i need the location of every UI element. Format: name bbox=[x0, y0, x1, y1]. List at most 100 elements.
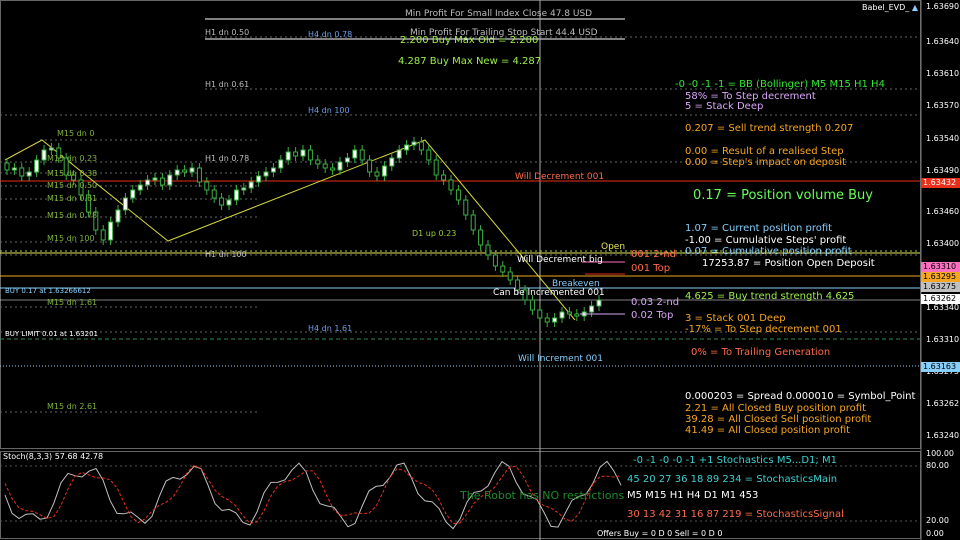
stoch-axis-100: 100.00 bbox=[926, 449, 954, 458]
candle-bull bbox=[300, 149, 306, 157]
h1-dn-050: H1 dn 0.50 bbox=[205, 28, 250, 37]
price-axis-label: 1.63570 bbox=[926, 101, 960, 110]
candle-bear bbox=[330, 167, 336, 171]
candle-bear bbox=[19, 167, 25, 177]
candle-bull bbox=[241, 187, 247, 191]
open-label: Open bbox=[601, 242, 626, 252]
candle-bull bbox=[552, 317, 558, 323]
trailing-label: 0% = To Trailing Generation bbox=[691, 347, 831, 358]
price-tag: 1.63262 bbox=[921, 294, 960, 304]
m15-dn-038: M15 dn 0.38 bbox=[47, 169, 98, 178]
candle-bull bbox=[174, 169, 180, 176]
cum-position-label: 0.07 = Cumulative position profit bbox=[685, 246, 852, 257]
candle-bear bbox=[219, 197, 225, 206]
stack-001-label: 3 = Stack 001 Deep bbox=[685, 313, 786, 324]
candle-bull bbox=[48, 147, 54, 151]
candle-bull bbox=[26, 171, 32, 177]
candle-bull bbox=[233, 189, 239, 201]
bb-line: -0 -0 -1 -1 = BB (Bollinger) M5 M15 H1 H… bbox=[675, 79, 885, 90]
m15-dn-050: M15 dn 0.50 bbox=[47, 181, 98, 190]
candle-bear bbox=[566, 311, 572, 315]
buy-line-label: BUY 0.17 at 1.63266612 bbox=[5, 287, 91, 295]
candle-bear bbox=[529, 299, 535, 311]
h4-dn-078: H4 dn 0.78 bbox=[308, 30, 353, 39]
price-axis-label: 1.63262 bbox=[926, 399, 960, 408]
open-deposit-label: 17253.87 = Position Open Deposit bbox=[702, 258, 875, 269]
candle-bull bbox=[115, 209, 121, 223]
buy-trend-label: 4.625 = Buy trend strength 4.625 bbox=[685, 291, 855, 302]
candle-bear bbox=[463, 199, 469, 216]
stoch-axis-20: 20.00 bbox=[926, 516, 949, 525]
stoch-title: Stoch(8,3,3) 57.68 42.78 bbox=[3, 452, 104, 461]
m15-dn-0: M15 dn 0 bbox=[57, 129, 95, 138]
stoch-axis-0: 0.00 bbox=[926, 529, 944, 538]
candle-bear bbox=[4, 162, 10, 171]
candle-bull bbox=[404, 144, 410, 151]
will-increment-label: Will Increment 001 bbox=[518, 354, 603, 364]
candle-bull bbox=[596, 299, 602, 307]
no-restrictions-label: The Robot has NO restrictions bbox=[460, 489, 625, 502]
m15-dn-261: M15 dn 2.61 bbox=[47, 402, 98, 411]
price-axis-label: 1.63310 bbox=[926, 335, 960, 344]
stack-deep-label: 5 = Stack Deep bbox=[685, 101, 764, 112]
top-002-label: 0.02 Top bbox=[631, 310, 674, 321]
candle-bear bbox=[182, 169, 188, 173]
price-tag: 1.63275 bbox=[921, 282, 960, 292]
closed-buy-label: 2.21 = All Closed Buy position profit bbox=[685, 403, 867, 414]
can-be-incremented-label: Can be Incremented 001 bbox=[493, 288, 605, 298]
candle-bear bbox=[478, 229, 484, 246]
candle-bull bbox=[411, 141, 417, 146]
candle-bull bbox=[108, 221, 114, 241]
price-tag: 1.63163 bbox=[921, 362, 960, 372]
candle-bear bbox=[470, 214, 476, 231]
closed-all-label: 41.49 = All Closed position profit bbox=[685, 425, 851, 436]
candle-bull bbox=[122, 197, 128, 211]
cum-steps-label: -1.00 = Cumulative Steps' profit bbox=[685, 235, 847, 246]
m15-dn-161: M15 dn 1.61 bbox=[47, 298, 98, 307]
h1-dn-078: H1 dn 0.78 bbox=[205, 154, 250, 163]
candle-bull bbox=[352, 149, 358, 159]
candle-bear bbox=[448, 179, 454, 191]
candle-bear bbox=[359, 149, 365, 161]
buy-limit-label: BUY LIMIT 0.01 at 1.63201 bbox=[5, 330, 99, 338]
price-tag: 1.63295 bbox=[921, 272, 960, 282]
m15-dn-023: M15 dn 0.23 bbox=[47, 154, 98, 163]
stoch-axis-80: 80.00 bbox=[926, 461, 949, 470]
candle-bull bbox=[389, 157, 395, 167]
candle-bear bbox=[500, 265, 506, 273]
candle-bull bbox=[278, 159, 284, 169]
spread-label: 0.000203 = Spread 0.000010 = Symbol_Poin… bbox=[685, 391, 916, 402]
will-decrement-label: Will Decrement 001 bbox=[515, 172, 605, 182]
trading-chart-window[interactable]: Babel_EVD_ ▲ 1.63690 1.63640 1.63610 1.6357… bbox=[0, 0, 960, 540]
step-impact-label: 0.00 = Step's impact on deposit bbox=[685, 157, 847, 168]
candle-bull bbox=[263, 171, 269, 177]
candle-bull bbox=[589, 305, 595, 313]
price-axis-label: 1.63340 bbox=[926, 303, 960, 312]
candle-bull bbox=[344, 157, 350, 163]
price-axis-label: 1.63610 bbox=[926, 69, 960, 78]
buy-max-new-label: 4.287 Buy Max New = 4.287 bbox=[398, 56, 542, 67]
price-axis-label: 1.63240 bbox=[926, 431, 960, 440]
stoch-row1: -0 -1 -0 -0 -1 +1 Stochastics M5...D1; M… bbox=[633, 455, 837, 466]
closed-sell-label: 39.28 = All Closed Sell position profit bbox=[685, 414, 872, 425]
candle-bull bbox=[226, 199, 232, 206]
nd-003-label: 0.03 2-nd bbox=[631, 297, 680, 308]
h4-dn-161: H4 dn 1.61 bbox=[308, 324, 353, 333]
candle-bull bbox=[11, 167, 17, 171]
candle-bear bbox=[204, 181, 210, 191]
price-axis-label: 1.63690 bbox=[926, 2, 960, 11]
h1-dn-061: H1 dn 0.61 bbox=[205, 80, 250, 89]
will-decrement-big-label: Will Decrement big bbox=[517, 255, 603, 265]
candle-bear bbox=[426, 149, 432, 161]
price-tag: 1.63432 bbox=[921, 178, 960, 188]
candle-bear bbox=[441, 174, 447, 181]
d1-up-023: D1 up 0.23 bbox=[412, 229, 457, 238]
candle-bull bbox=[137, 184, 143, 191]
step-dec-001-label: -17% = To Step decrement 001 bbox=[685, 324, 842, 335]
candle-bear bbox=[574, 313, 580, 317]
top-001-label: 001 Top bbox=[631, 263, 671, 274]
candle-bear bbox=[196, 167, 202, 183]
candle-bull bbox=[256, 175, 262, 183]
buy-max-old-label: 2.200 Buy Max Old = 2.200 bbox=[400, 35, 539, 46]
candle-bear bbox=[455, 189, 461, 201]
